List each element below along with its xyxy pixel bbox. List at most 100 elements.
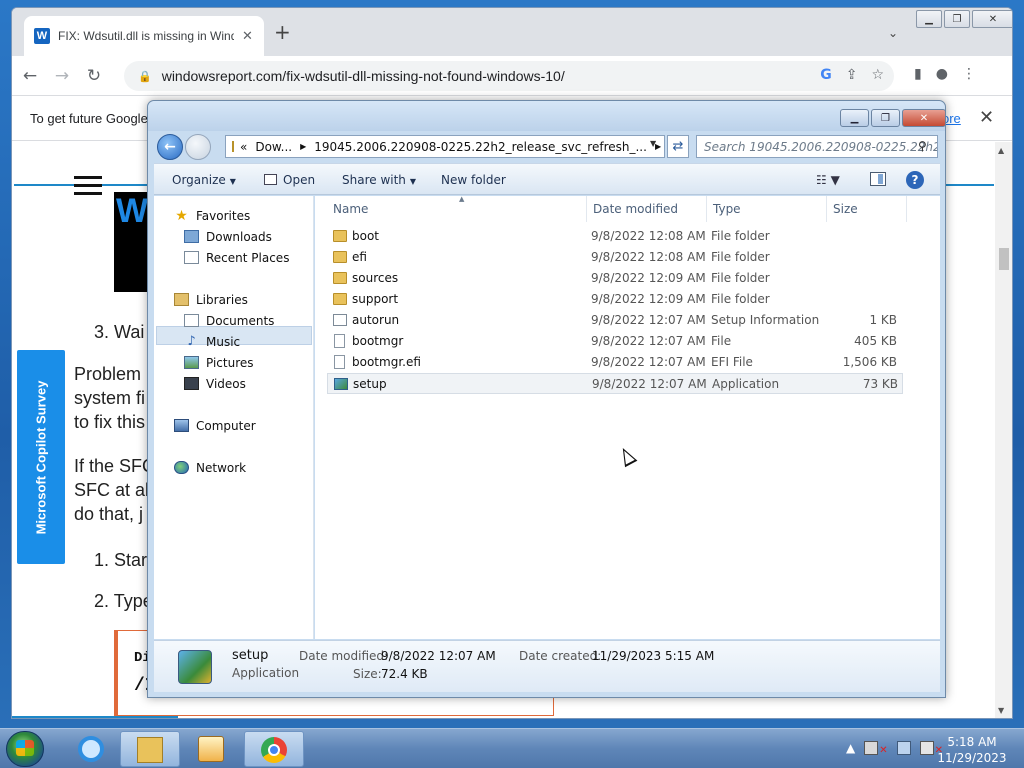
file-row[interactable]: bootmgr 9/8/2022 12:07 AM File 405 KB bbox=[327, 331, 903, 352]
nav-computer[interactable]: Computer bbox=[174, 416, 256, 435]
preview-pane-icon[interactable] bbox=[870, 172, 886, 186]
explorer-maximize-button[interactable]: ❐ bbox=[871, 109, 900, 127]
file-name: efi bbox=[352, 250, 367, 264]
folder-icon bbox=[333, 251, 347, 263]
breadcrumb-overflow[interactable]: « bbox=[240, 140, 247, 154]
libraries-icon bbox=[174, 293, 189, 306]
explorer-title-bar[interactable]: ▁ ❐ ✕ bbox=[148, 101, 946, 131]
details-file-type: Application bbox=[232, 666, 300, 680]
file-type: File folder bbox=[711, 229, 770, 243]
forward-arrow-icon[interactable]: → bbox=[48, 66, 76, 86]
share-icon[interactable]: ⇪ bbox=[846, 67, 858, 83]
taskbar-media-player[interactable] bbox=[182, 731, 242, 767]
site-logo-letter: W bbox=[116, 192, 149, 230]
address-breadcrumb[interactable]: « Dow... ▶ 19045.2006.220908-0225.22h2_r… bbox=[225, 135, 665, 158]
network-status-icon[interactable] bbox=[896, 741, 911, 755]
article-paragraph-line: system fi bbox=[74, 388, 146, 408]
page-scroll-thumb[interactable] bbox=[999, 248, 1009, 270]
breadcrumb-arrow-icon[interactable]: ▶ bbox=[300, 142, 306, 151]
page-scrollbar[interactable] bbox=[995, 142, 1012, 718]
scroll-down-arrow-icon[interactable]: ▼ bbox=[998, 706, 1004, 715]
action-center-flag-icon[interactable] bbox=[864, 741, 879, 755]
google-lens-icon[interactable]: G bbox=[820, 67, 832, 83]
address-bar[interactable]: 🔒 windowsreport.com/fix-wdsutil-dll-miss… bbox=[124, 61, 894, 91]
nav-favorites[interactable]: ★ Favorites bbox=[174, 206, 250, 225]
taskbar-chrome[interactable] bbox=[244, 731, 304, 767]
infobar-close-icon[interactable]: ✕ bbox=[979, 107, 994, 128]
star-icon: ★ bbox=[175, 207, 188, 224]
lock-icon[interactable]: 🔒 bbox=[138, 70, 152, 83]
open-button[interactable]: Open bbox=[264, 173, 315, 187]
nav-recent-places[interactable]: Recent Places bbox=[184, 248, 289, 267]
back-arrow-icon[interactable]: ← bbox=[16, 66, 44, 86]
file-row[interactable]: support 9/8/2022 12:09 AM File folder bbox=[327, 289, 903, 310]
scroll-up-arrow-icon[interactable]: ▲ bbox=[998, 146, 1004, 155]
reload-icon[interactable]: ↻ bbox=[80, 66, 108, 86]
new-tab-button[interactable]: + bbox=[274, 22, 291, 42]
details-date-created-label: Date created: bbox=[519, 649, 602, 663]
taskbar-clock[interactable]: 5:18 AM 11/29/2023 bbox=[930, 734, 1014, 766]
setup-app-icon bbox=[334, 378, 348, 390]
organize-button[interactable]: Organize ▼ bbox=[172, 173, 236, 187]
bookmark-star-icon[interactable]: ☆ bbox=[871, 67, 884, 83]
music-note-icon: ♪ bbox=[187, 334, 196, 349]
file-type: Application bbox=[712, 377, 780, 391]
nav-videos[interactable]: Videos bbox=[184, 374, 246, 393]
new-folder-button[interactable]: New folder bbox=[441, 173, 506, 187]
nav-label: Computer bbox=[196, 418, 256, 433]
nav-downloads[interactable]: Downloads bbox=[184, 227, 272, 246]
tab-search-chevron-icon[interactable]: ⌄ bbox=[888, 26, 898, 40]
taskbar-internet-explorer[interactable] bbox=[62, 731, 122, 767]
breadcrumb-segment[interactable]: 19045.2006.220908-0225.22h2_release_svc_… bbox=[314, 140, 647, 154]
file-date-modified: 9/8/2022 12:07 AM bbox=[592, 377, 707, 391]
search-input[interactable]: Search 19045.2006.220908-0225.22h2_r... bbox=[696, 135, 938, 158]
help-icon[interactable]: ? bbox=[906, 171, 924, 189]
taskbar-windows-explorer[interactable] bbox=[120, 731, 180, 767]
file-row[interactable]: autorun 9/8/2022 12:07 AM Setup Informatio… bbox=[327, 310, 903, 331]
search-icon[interactable]: ⚲ bbox=[918, 139, 927, 153]
refresh-icon[interactable]: ⇄ bbox=[667, 135, 689, 158]
breadcrumb-segment[interactable]: Dow... bbox=[255, 140, 292, 154]
show-hidden-icons-icon[interactable]: ▲ bbox=[846, 741, 855, 756]
folder-icon bbox=[333, 272, 347, 284]
change-view-icon[interactable]: ☷ ▼ bbox=[816, 173, 840, 187]
nav-documents[interactable]: Documents bbox=[184, 311, 274, 330]
forward-button[interactable] bbox=[185, 134, 211, 160]
back-button[interactable]: ← bbox=[157, 134, 183, 160]
nav-libraries[interactable]: Libraries bbox=[174, 290, 248, 309]
column-header-size[interactable]: Size bbox=[827, 196, 907, 222]
profile-avatar-icon[interactable]: ● bbox=[936, 66, 948, 82]
hamburger-menu-icon[interactable] bbox=[74, 176, 102, 200]
column-header-date-modified[interactable]: Date modified bbox=[587, 196, 707, 222]
setup-info-icon bbox=[333, 314, 347, 326]
share-with-label: Share with bbox=[342, 173, 406, 187]
column-header-name[interactable]: Name ▲ bbox=[327, 195, 587, 222]
file-row[interactable]: sources 9/8/2022 12:09 AM File folder bbox=[327, 268, 903, 289]
file-row[interactable]: boot 9/8/2022 12:08 AM File folder bbox=[327, 226, 903, 247]
minimize-button[interactable]: ▁ bbox=[916, 10, 942, 28]
file-row[interactable]: setup 9/8/2022 12:07 AM Application 73 KB bbox=[327, 373, 903, 394]
recent-places-icon bbox=[184, 251, 199, 264]
close-tab-icon[interactable]: ✕ bbox=[242, 29, 253, 44]
url-text[interactable]: windowsreport.com/fix-wdsutil-dll-missin… bbox=[162, 68, 565, 84]
nav-pictures[interactable]: Pictures bbox=[184, 353, 254, 372]
article-step-1: 1. Star bbox=[94, 550, 148, 570]
address-dropdown-icon[interactable]: ▼ bbox=[650, 139, 656, 148]
chevron-down-icon: ▼ bbox=[229, 177, 236, 186]
close-window-button[interactable]: ✕ bbox=[972, 10, 1012, 28]
share-with-button[interactable]: Share with ▼ bbox=[342, 173, 416, 187]
explorer-minimize-button[interactable]: ▁ bbox=[840, 109, 869, 127]
nav-music[interactable]: ♪ Music bbox=[184, 332, 240, 351]
column-header-type[interactable]: Type bbox=[707, 196, 827, 222]
side-panel-icon[interactable]: ▮ bbox=[914, 66, 922, 82]
menu-kebab-icon[interactable]: ⋮ bbox=[962, 66, 976, 82]
restore-button[interactable]: ❐ bbox=[944, 10, 970, 28]
nav-network[interactable]: Network bbox=[174, 458, 246, 477]
sort-ascending-icon: ▲ bbox=[459, 195, 465, 203]
file-row[interactable]: bootmgr.efi 9/8/2022 12:07 AM EFI File 1,50… bbox=[327, 352, 903, 373]
browser-tab[interactable]: W FIX: Wdsutil.dll is missing in Windows… bbox=[24, 16, 264, 56]
file-row[interactable]: efi 9/8/2022 12:08 AM File folder bbox=[327, 247, 903, 268]
details-date-modified-label: Date modified: bbox=[299, 649, 389, 663]
clock-time: 5:18 AM bbox=[947, 735, 997, 749]
explorer-close-button[interactable]: ✕ bbox=[902, 109, 946, 127]
